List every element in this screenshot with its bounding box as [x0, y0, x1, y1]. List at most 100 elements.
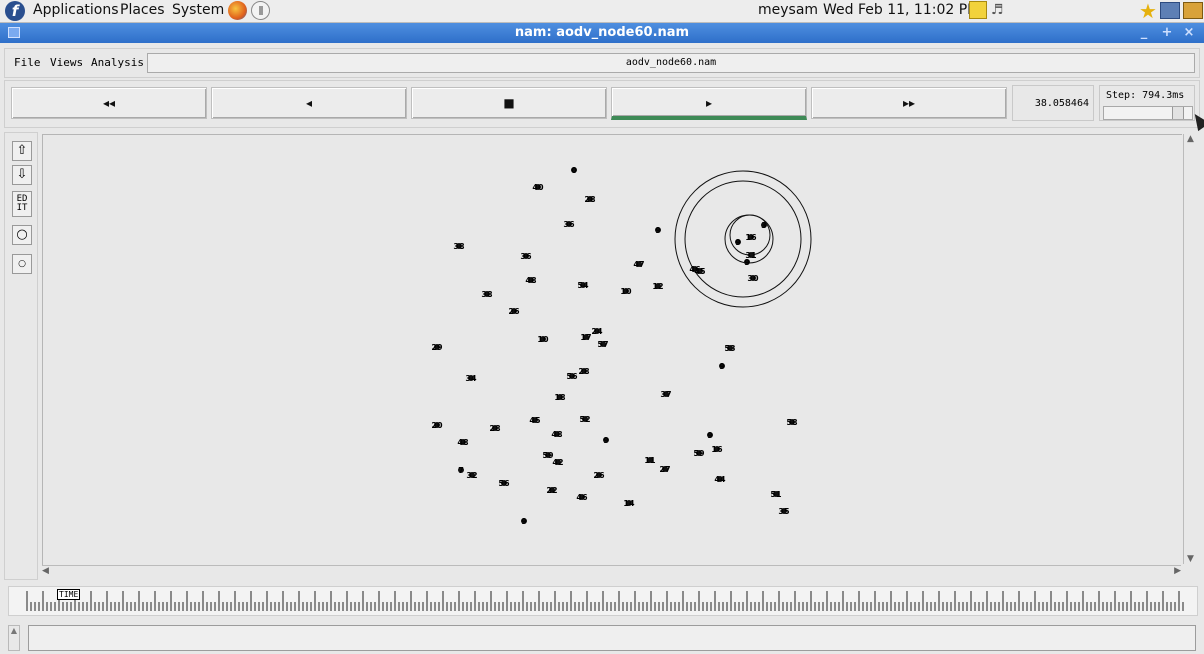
node-55[interactable]: 46: [576, 493, 588, 502]
stop-button[interactable]: ■: [411, 87, 607, 119]
node-4[interactable]: 9: [655, 226, 661, 235]
step-back-button[interactable]: ◂: [211, 87, 407, 119]
zoom-out-icon[interactable]: ⇩: [12, 165, 32, 185]
node-34[interactable]: 20: [431, 421, 443, 430]
edit-button[interactable]: ED IT: [12, 191, 32, 217]
node-35[interactable]: 45: [529, 416, 541, 425]
node-40[interactable]: 48: [551, 430, 563, 439]
node-21[interactable]: 30: [747, 274, 759, 283]
vertical-scrollbar[interactable]: ▲ ▼: [1183, 134, 1199, 564]
scroll-up-icon[interactable]: ▲: [1187, 134, 1194, 144]
node-circle-icon[interactable]: ○: [12, 225, 32, 245]
node-11[interactable]: 12: [652, 282, 663, 291]
close-icon[interactable]: ×: [1180, 25, 1198, 41]
scroll-right-icon[interactable]: ▶: [1174, 566, 1181, 576]
node-27[interactable]: 53: [724, 344, 735, 353]
node-38[interactable]: 48: [457, 438, 469, 447]
volume-icon[interactable]: ♬: [991, 2, 1011, 19]
app-icon[interactable]: [1183, 2, 1203, 19]
minimize-icon[interactable]: _: [1135, 25, 1153, 41]
rewind-button[interactable]: ◂◂: [11, 87, 207, 119]
panel-expand-icon[interactable]: ▲: [8, 625, 20, 651]
menu-views[interactable]: Views: [50, 56, 83, 69]
favorite-star-icon[interactable]: ★: [1139, 0, 1157, 23]
node-20[interactable]: 9: [744, 258, 750, 267]
node-15[interactable]: 45: [694, 267, 706, 276]
horizontal-scrollbar[interactable]: ◀ ▶: [42, 565, 1181, 577]
step-slider-thumb[interactable]: [1172, 107, 1184, 119]
node-43[interactable]: 16: [711, 445, 723, 454]
node-7[interactable]: 47: [633, 260, 644, 269]
fedora-logo-icon[interactable]: f: [5, 1, 25, 21]
window-title-bar[interactable]: nam: aodv_node60.nam _ + ×: [0, 23, 1204, 43]
node-57[interactable]: 51: [770, 490, 782, 499]
node-17[interactable]: 16: [745, 233, 757, 242]
node-58[interactable]: 35: [778, 507, 790, 516]
network-canvas[interactable]: 0 40 28 36 9 38 36 47 48 54 10 12 38 26 46 45 3 16 9 31 9 30 1…: [42, 134, 1182, 565]
node-25[interactable]: 57: [597, 340, 608, 349]
scroll-down-icon[interactable]: ▼: [1187, 554, 1194, 564]
node-36[interactable]: 52: [579, 415, 590, 424]
node-45[interactable]: 42: [552, 458, 563, 467]
node-6[interactable]: 36: [520, 252, 532, 261]
node-49[interactable]: 7: [458, 466, 464, 475]
node-32[interactable]: 37: [660, 390, 671, 399]
menu-applications[interactable]: Applications: [33, 2, 119, 18]
step-slider[interactable]: [1103, 106, 1193, 120]
node-26[interactable]: 29: [431, 343, 443, 352]
node-28[interactable]: 34: [465, 374, 477, 383]
node-16[interactable]: 3: [761, 221, 767, 230]
node-39[interactable]: 28: [489, 424, 501, 433]
node-13[interactable]: 26: [508, 307, 520, 316]
menu-analysis[interactable]: Analysis: [91, 56, 144, 69]
node-31[interactable]: 9: [719, 362, 725, 371]
workspace-icon[interactable]: [1160, 2, 1180, 19]
node-18[interactable]: 9: [735, 238, 741, 247]
node-52[interactable]: 44: [714, 475, 726, 484]
node-56[interactable]: 14: [623, 499, 635, 508]
node-1[interactable]: 40: [532, 183, 544, 192]
fast-forward-button[interactable]: ▸▸: [811, 87, 1007, 119]
node-8[interactable]: 48: [525, 276, 537, 285]
node-33[interactable]: 18: [554, 393, 566, 402]
menu-system[interactable]: System: [172, 2, 224, 18]
node-24[interactable]: 24: [591, 327, 603, 336]
node-10[interactable]: 10: [620, 287, 632, 296]
small-node-icon[interactable]: ○: [12, 254, 32, 274]
node-2[interactable]: 28: [584, 195, 596, 204]
node-54[interactable]: 22: [546, 486, 557, 495]
notes-icon[interactable]: [969, 1, 987, 19]
node-51[interactable]: 26: [593, 471, 605, 480]
firefox-icon[interactable]: [228, 1, 247, 20]
node-46[interactable]: 59: [693, 449, 705, 458]
node-42[interactable]: 9: [707, 431, 713, 440]
time-marker[interactable]: TIME: [57, 589, 81, 600]
node-3[interactable]: 36: [563, 220, 575, 229]
node-9[interactable]: 54: [577, 281, 589, 290]
node-53[interactable]: 56: [498, 479, 510, 488]
node-29[interactable]: 56: [566, 372, 578, 381]
menu-file[interactable]: File: [14, 56, 41, 69]
info-field[interactable]: [28, 625, 1196, 651]
node-0[interactable]: 0: [571, 166, 577, 175]
node-30[interactable]: 28: [578, 367, 590, 376]
window-menu-icon[interactable]: [8, 27, 20, 38]
play-button[interactable]: ▸: [611, 87, 807, 120]
clock[interactable]: Wed Feb 11, 11:02 PM: [823, 2, 979, 18]
node-50[interactable]: 32: [466, 471, 477, 480]
node-23[interactable]: 17: [580, 333, 591, 342]
node-47[interactable]: 11: [644, 456, 656, 465]
menu-places[interactable]: Places: [120, 2, 165, 18]
node-12[interactable]: 38: [481, 290, 493, 299]
network-icon[interactable]: [251, 1, 270, 20]
node-5[interactable]: 38: [453, 242, 465, 251]
zoom-in-icon[interactable]: ⇧: [12, 141, 32, 161]
node-41[interactable]: 9: [603, 436, 609, 445]
scroll-left-icon[interactable]: ◀: [42, 566, 49, 576]
user-name[interactable]: meysam: [758, 2, 818, 18]
node-22[interactable]: 10: [537, 335, 549, 344]
node-37[interactable]: 58: [786, 418, 798, 427]
node-59[interactable]: 9: [521, 517, 527, 526]
maximize-icon[interactable]: +: [1158, 25, 1176, 41]
node-48[interactable]: 27: [659, 465, 670, 474]
